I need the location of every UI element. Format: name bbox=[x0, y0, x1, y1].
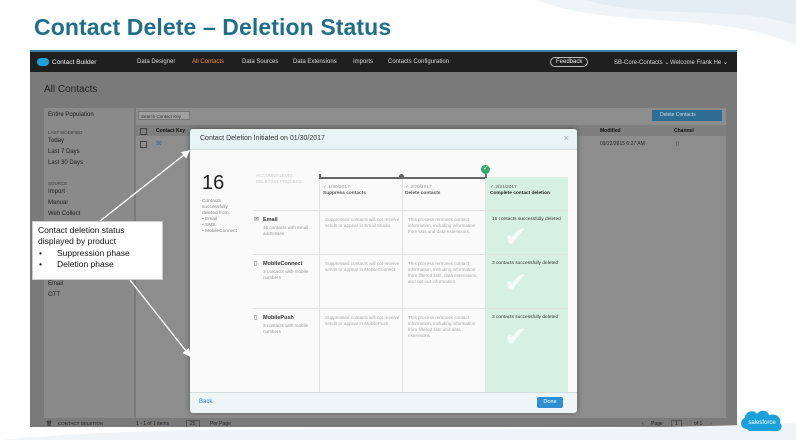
mobilepush-suppress-text: Suppressed contacts will not receive sen… bbox=[325, 315, 400, 326]
nav-item-all-contacts[interactable]: All Contacts bbox=[192, 59, 224, 65]
filter-ott[interactable]: OTT bbox=[48, 292, 60, 298]
mobilepush-delete-text: This process removes contact information… bbox=[408, 315, 476, 338]
timeline-dot bbox=[399, 174, 404, 179]
deleted-summary: Contacts successfully deleted from: • Em… bbox=[202, 199, 250, 235]
filter-manual[interactable]: Manual bbox=[48, 200, 68, 206]
deletion-status-modal: Contact Deletion Initiated on 01/30/2017… bbox=[190, 129, 577, 413]
filter-last-7-days[interactable]: Last 7 Days bbox=[48, 149, 80, 155]
column-divider bbox=[319, 180, 320, 392]
last-modified-label: LAST MODIFIED bbox=[48, 130, 83, 135]
row-divider bbox=[253, 210, 568, 211]
column-modified[interactable]: Modified bbox=[600, 128, 621, 134]
phase-date: 2/20/2017 bbox=[410, 185, 432, 190]
account-level-label: ACCOUNT-LEVEL DELETION PROCESS bbox=[256, 173, 302, 184]
mobileconnect-suppress-text: Suppressed contacts will not receive sen… bbox=[325, 261, 400, 272]
delete-contacts-button[interactable]: Delete Contacts bbox=[652, 110, 722, 121]
row-checkbox[interactable] bbox=[140, 141, 147, 148]
modal-title: Contact Deletion Initiated on 01/30/2017 bbox=[200, 135, 325, 142]
bullet-dot: • bbox=[39, 247, 42, 258]
phase-suppress: ✓ 1/30/2017 Suppress contacts bbox=[323, 185, 366, 197]
summary-line: • MobileConnect bbox=[202, 229, 238, 234]
row-modified: 09/22/2015 6:27 AM bbox=[600, 141, 645, 147]
callout-box: Contact deletion status displayed by pro… bbox=[32, 221, 163, 280]
phase-complete: ✓ 2/21/2017 Complete contact deletion bbox=[490, 185, 560, 197]
phase-name: Delete contacts bbox=[405, 191, 441, 196]
nav-item-data-extensions[interactable]: Data Extensions bbox=[293, 59, 337, 65]
filter-import[interactable]: Import bbox=[48, 189, 65, 195]
source-label: SOURCE bbox=[48, 181, 68, 186]
contact-search-input[interactable]: Search Contact Key bbox=[138, 111, 190, 120]
check-watermark-icon: ✔ bbox=[504, 267, 528, 298]
mobileconnect-delete-text: This process removes contact information… bbox=[408, 261, 478, 284]
modal-footer: Back Done bbox=[190, 392, 577, 413]
filter-today[interactable]: Today bbox=[48, 138, 64, 144]
bullet-text: Suppression phase bbox=[57, 247, 130, 258]
row-divider bbox=[253, 308, 568, 309]
decorative-swoosh bbox=[0, 423, 796, 440]
column-divider bbox=[402, 180, 403, 392]
filter-web-collect[interactable]: Web Collect bbox=[48, 211, 80, 217]
filter-email[interactable]: Email bbox=[48, 281, 63, 287]
mobile-channel-icon: ▯ bbox=[676, 141, 679, 147]
column-channel[interactable]: Channel bbox=[674, 128, 694, 134]
logo-text: salesforce bbox=[748, 420, 776, 426]
column-divider bbox=[485, 180, 486, 392]
nav-item-data-designer[interactable]: Data Designer bbox=[137, 59, 175, 65]
page-title: All Contacts bbox=[44, 84, 98, 95]
bullet-text: Deletion phase bbox=[57, 258, 114, 269]
user-menu[interactable]: Welcome Frank He ⌄ bbox=[670, 59, 728, 66]
phase-date: 1/30/2017 bbox=[328, 185, 350, 190]
top-nav: Contact Builder Data Designer All Contac… bbox=[30, 52, 737, 72]
envelope-icon: ✉ bbox=[254, 217, 260, 223]
nav-item-imports[interactable]: Imports bbox=[353, 59, 373, 65]
done-button[interactable]: Done bbox=[537, 397, 563, 408]
mobile-icon: ▯ bbox=[254, 315, 258, 321]
timeline-tick bbox=[485, 174, 487, 178]
salesforce-logo-icon: salesforce bbox=[741, 410, 782, 432]
phase-name: Suppress contacts bbox=[323, 191, 366, 196]
phase-name: Complete contact deletion bbox=[490, 191, 550, 196]
product-mobileconnect-name: MobileConnect bbox=[263, 261, 303, 267]
salesforce-cloud-icon bbox=[37, 58, 49, 66]
phase-date: 2/21/2017 bbox=[495, 185, 517, 190]
product-email-name: Email bbox=[263, 217, 278, 223]
nav-item-data-sources[interactable]: Data Sources bbox=[242, 59, 278, 65]
callout-bullet: • Deletion phase bbox=[38, 259, 157, 270]
select-all-checkbox[interactable] bbox=[140, 128, 147, 135]
mobile-icon: ▯ bbox=[254, 261, 258, 267]
column-contact-key[interactable]: Contact Key bbox=[156, 128, 185, 134]
timeline-tick bbox=[319, 174, 321, 178]
filter-last-30-days[interactable]: Last 30 Days bbox=[48, 160, 83, 166]
check-watermark-icon: ✔ bbox=[504, 221, 528, 252]
app-brand[interactable]: Contact Builder bbox=[52, 59, 96, 66]
product-email-desc: 15 contacts with email addresses bbox=[263, 225, 309, 236]
row-divider bbox=[253, 254, 568, 255]
phase-delete: ✓ 2/20/2017 Delete contacts bbox=[405, 185, 440, 197]
check-icon: ✓ bbox=[481, 165, 490, 174]
account-switcher[interactable]: SB-Core-Contacts ⌄ bbox=[614, 59, 669, 66]
deleted-total: 16 bbox=[202, 172, 225, 194]
row-contact-key[interactable]: 30 bbox=[156, 141, 162, 147]
modal-body: 16 Contacts successfully deleted from: •… bbox=[190, 150, 577, 392]
close-icon[interactable]: × bbox=[564, 133, 569, 143]
slide-title: Contact Delete – Deletion Status bbox=[34, 14, 392, 40]
filter-entire-population[interactable]: Entire Population bbox=[48, 112, 94, 118]
email-delete-text: This process removes contact information… bbox=[408, 217, 476, 234]
product-mobileconnect-desc: 3 contacts with mobile numbers bbox=[263, 269, 309, 280]
nav-item-contacts-configuration[interactable]: Contacts Configuration bbox=[388, 59, 449, 65]
product-mobilepush-name: MobilePush bbox=[263, 315, 294, 321]
bullet-dot: • bbox=[39, 258, 42, 269]
product-mobilepush-desc: 3 contacts with mobile numbers bbox=[263, 323, 309, 334]
callout-text: Contact deletion status displayed by pro… bbox=[38, 225, 125, 247]
feedback-button[interactable]: Feedback bbox=[550, 57, 589, 67]
email-suppress-text: Suppressed contacts will not receive sen… bbox=[325, 217, 400, 228]
modal-header: Contact Deletion Initiated on 01/30/2017… bbox=[190, 129, 577, 150]
callout-bullet: • Suppression phase bbox=[38, 248, 157, 259]
check-watermark-icon: ✔ bbox=[504, 321, 528, 352]
back-link[interactable]: Back bbox=[199, 399, 212, 405]
